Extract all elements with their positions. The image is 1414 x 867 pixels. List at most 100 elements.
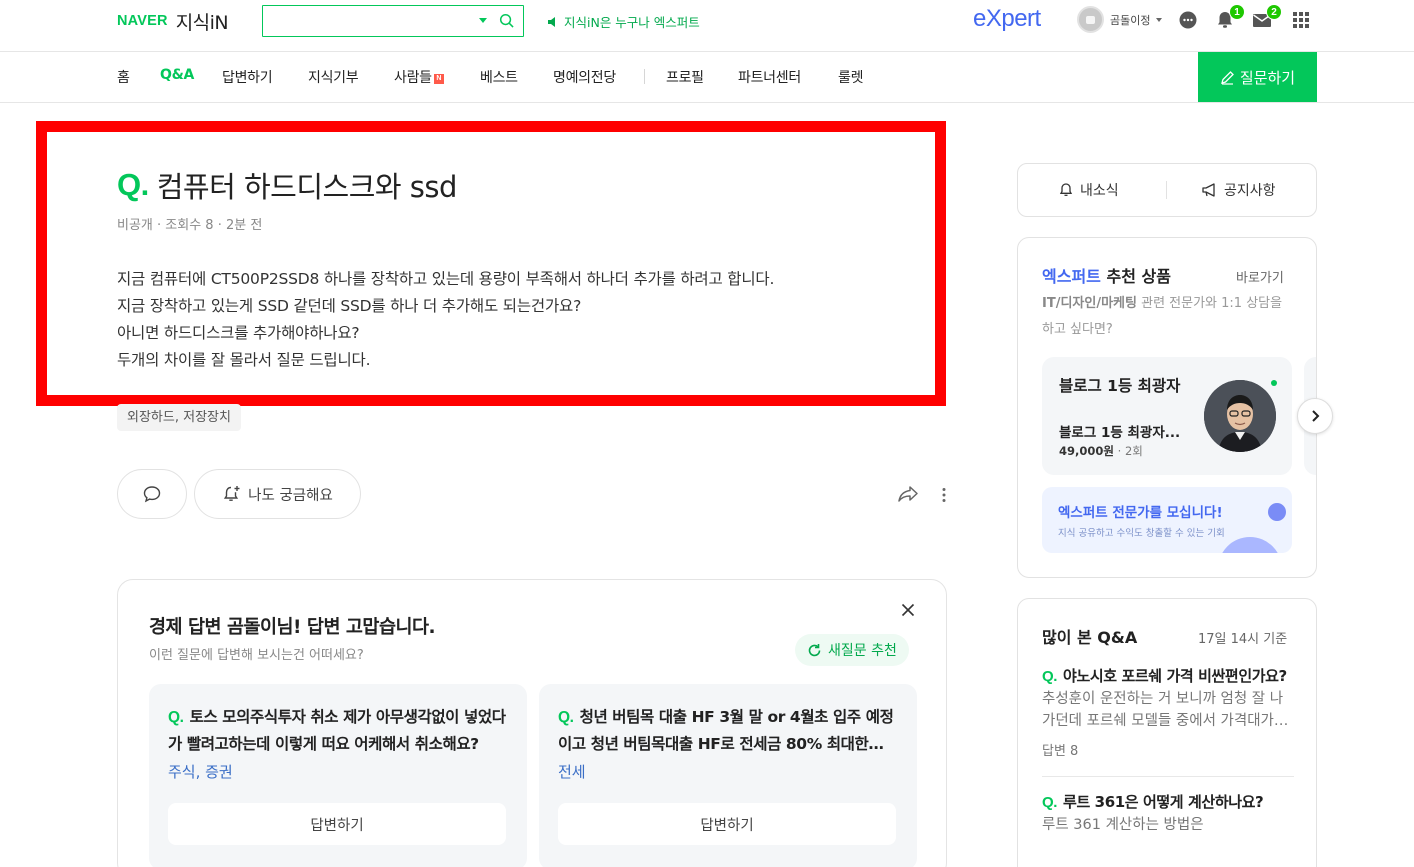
more-vertical-icon[interactable] <box>941 487 947 503</box>
product-price: 49,000원 · 2회 <box>1059 444 1143 458</box>
decorative-circle <box>1218 537 1282 553</box>
nav-answer[interactable]: 답변하기 <box>222 67 273 87</box>
top-bar: NAVER 지식iN 지식iN은 누구나 엑스퍼트 eXpert 곰돌이정 1 … <box>0 0 1414 52</box>
question-body-line: 두개의 차이를 잘 몰라서 질문 드립니다. <box>117 351 371 369</box>
talk-icon[interactable] <box>1177 9 1199 31</box>
expert-avatar[interactable] <box>1204 380 1276 452</box>
recommend-item[interactable]: Q. 토스 모의주식투자 취소 제가 아무생각없이 넣었다가 빨려고하는데 이렇게… <box>149 684 527 867</box>
question-tags[interactable]: 외장하드, 저장장치 <box>117 404 241 431</box>
share-icon[interactable] <box>897 484 919 504</box>
recommend-question-text[interactable]: 토스 모의주식투자 취소 제가 아무생각없이 넣었다가 빨려고하는데 이렇게 떠… <box>168 708 506 753</box>
refresh-question-label[interactable]: 새질문 추천 <box>828 640 897 660</box>
popular-question-text[interactable]: 야노시호 포르쉐 가격 비싼편인가요? <box>1063 667 1287 685</box>
popular-answer-count: 답변 8 <box>1042 744 1079 759</box>
nav-qna[interactable]: Q&A <box>160 67 194 83</box>
ask-question-label[interactable]: 질문하기 <box>1240 67 1295 88</box>
expert-recommend-box: 엑스퍼트 추천 상품 바로가기 IT/디자인/마케팅 관련 전문가와 1:1 상… <box>1017 237 1317 578</box>
search-icon[interactable] <box>499 13 514 28</box>
popular-timestamp: 17일 14시 기준 <box>1198 632 1288 647</box>
mail-button[interactable]: 2 <box>1251 4 1282 31</box>
top-notice-text[interactable]: 지식iN은 누구나 엑스퍼트 <box>564 12 700 31</box>
q-mark: Q. <box>1042 668 1058 685</box>
nav-profile[interactable]: 프로필 <box>666 67 704 87</box>
speaker-icon <box>548 16 555 27</box>
expert-box-title-brand: 엑스퍼트 <box>1042 267 1101 286</box>
avatar[interactable] <box>1077 6 1104 33</box>
recommend-card: 경제 답변 곰돌이님! 답변 고맙습니다. 이런 질문에 답변해 보시는건 어떠… <box>117 579 947 867</box>
nav-hall-of-fame[interactable]: 명예의전당 <box>553 67 616 87</box>
recommend-subtitle: 이런 질문에 답변해 보시는건 어떠세요? <box>149 648 364 663</box>
expert-logo[interactable]: eXpert <box>973 5 1041 33</box>
nav-donate[interactable]: 지식기부 <box>308 67 359 87</box>
curious-label[interactable]: 나도 궁금해요 <box>248 484 333 505</box>
answer-button[interactable]: 답변하기 <box>168 803 506 845</box>
comment-icon <box>143 486 161 503</box>
expert-recruit-banner[interactable]: 엑스퍼트 전문가를 모십니다! 지식 공유하고 수익도 창출할 수 있는 기회 <box>1042 487 1292 553</box>
curious-button[interactable]: 나도 궁금해요 <box>194 469 361 519</box>
grid-menu-icon[interactable] <box>1290 9 1312 31</box>
recommend-title: 경제 답변 곰돌이님! 답변 고맙습니다. <box>149 617 436 638</box>
expert-portrait-image <box>1204 380 1276 452</box>
popular-question[interactable]: Q. 루트 361은 어떻게 계산하나요? <box>1042 791 1294 812</box>
main-nav: 홈 Q&A 답변하기 지식기부 사람들 N 베스트 명예의전당 프로필 파트너센터… <box>0 52 1414 103</box>
new-badge: N <box>433 74 444 84</box>
close-icon[interactable] <box>901 603 915 617</box>
chevron-right-icon <box>1312 410 1320 422</box>
recommend-item[interactable]: Q. 청년 버팀목 대출 HF 3월 말 or 4월초 입주 예정이고 청년 버팀… <box>539 684 917 867</box>
product-card[interactable]: 블로그 1등 최광자 블로그 1등 최광자... 49,000원 · 2회 <box>1042 357 1292 475</box>
kin-logo[interactable]: 지식iN <box>176 8 229 35</box>
nav-roulette[interactable]: 룰렛 <box>838 67 863 87</box>
popular-question-body[interactable]: 루트 361 계산하는 방법은 <box>1042 814 1292 836</box>
recommend-question[interactable]: Q. 토스 모의주식투자 취소 제가 아무생각없이 넣었다가 빨려고하는데 이렇게… <box>168 704 506 757</box>
answer-button[interactable]: 답변하기 <box>558 803 896 845</box>
chevron-down-icon[interactable] <box>1156 17 1163 22</box>
naver-logo[interactable]: NAVER <box>117 13 168 29</box>
user-menu[interactable]: 곰돌이정 <box>1077 6 1163 33</box>
nav-home[interactable]: 홈 <box>117 67 130 87</box>
ask-question-button[interactable]: 질문하기 <box>1198 52 1317 102</box>
notification-badge: 1 <box>1229 4 1245 20</box>
popular-question[interactable]: Q. 야노시호 포르쉐 가격 비싼편인가요? <box>1042 665 1294 686</box>
carousel-next-button[interactable] <box>1297 398 1333 434</box>
expert-desc: IT/디자인/마케팅 관련 전문가와 1:1 상담을 하고 싶다면? <box>1042 291 1290 343</box>
popular-question-body[interactable]: 추성훈이 운전하는 거 보니까 엄청 잘 나가던데 포르쉐 모델들 중에서 가격… <box>1042 688 1292 732</box>
notice-label[interactable]: 공지사항 <box>1224 180 1276 200</box>
notice-button[interactable]: 공지사항 <box>1201 180 1276 200</box>
recommend-question[interactable]: Q. 청년 버팀목 대출 HF 3월 말 or 4월초 입주 예정이고 청년 버팀… <box>558 704 896 757</box>
question-body: 지금 컴퓨터에 CT500P2SSD8 하나를 장착하고 있는데 용량이 부족해… <box>117 266 774 374</box>
refresh-question-button[interactable]: 새질문 추천 <box>795 634 909 666</box>
top-notice-link[interactable]: 지식iN은 누구나 엑스퍼트 <box>547 12 700 31</box>
divider <box>1042 776 1294 777</box>
online-indicator <box>1271 380 1277 386</box>
product-title[interactable]: 블로그 1등 최광자 <box>1059 374 1180 396</box>
q-mark: Q. <box>117 167 149 202</box>
logo[interactable]: NAVER 지식iN <box>117 8 229 35</box>
recruit-subtitle: 지식 공유하고 수익도 창출할 수 있는 기회 <box>1058 528 1225 539</box>
nav-people[interactable]: 사람들 N <box>394 67 444 87</box>
expert-go-link[interactable]: 바로가기 <box>1236 267 1284 286</box>
q-mark: Q. <box>558 709 574 726</box>
my-news-button[interactable]: 내소식 <box>1058 180 1119 200</box>
username[interactable]: 곰돌이정 <box>1110 12 1150 28</box>
search-dropdown-icon[interactable] <box>479 18 487 23</box>
question-body-line: 아니면 하드디스크를 추가해야하나요? <box>117 324 360 342</box>
popular-qna-box: 많이 본 Q&A 17일 14시 기준 Q. 야노시호 포르쉐 가격 비싼편인가요… <box>1017 598 1317 867</box>
recruit-title[interactable]: 엑스퍼트 전문가를 모십니다! <box>1058 501 1223 521</box>
popular-question-text[interactable]: 루트 361은 어떻게 계산하나요? <box>1063 793 1264 811</box>
comment-button[interactable] <box>117 469 187 519</box>
recommend-category[interactable]: 전세 <box>558 761 586 782</box>
product-count: 2회 <box>1124 444 1143 458</box>
popular-title: 많이 본 Q&A <box>1042 628 1138 647</box>
nav-best[interactable]: 베스트 <box>480 67 518 87</box>
nav-partner-center[interactable]: 파트너센터 <box>738 67 801 87</box>
divider <box>1166 181 1167 199</box>
nav-people-label[interactable]: 사람들 <box>394 70 432 86</box>
search-input[interactable] <box>271 6 471 34</box>
recommend-category[interactable]: 주식, 증권 <box>168 761 233 782</box>
mail-badge: 2 <box>1266 4 1282 20</box>
notification-button[interactable]: 1 <box>1214 4 1245 31</box>
my-news-label[interactable]: 내소식 <box>1080 180 1119 200</box>
product-name[interactable]: 블로그 1등 최광자... <box>1059 421 1180 441</box>
recommend-question-text[interactable]: 청년 버팀목 대출 HF 3월 말 or 4월초 입주 예정이고 청년 버팀목대… <box>558 708 894 757</box>
question-title-text: 컴퓨터 하드디스크와 ssd <box>156 170 458 204</box>
